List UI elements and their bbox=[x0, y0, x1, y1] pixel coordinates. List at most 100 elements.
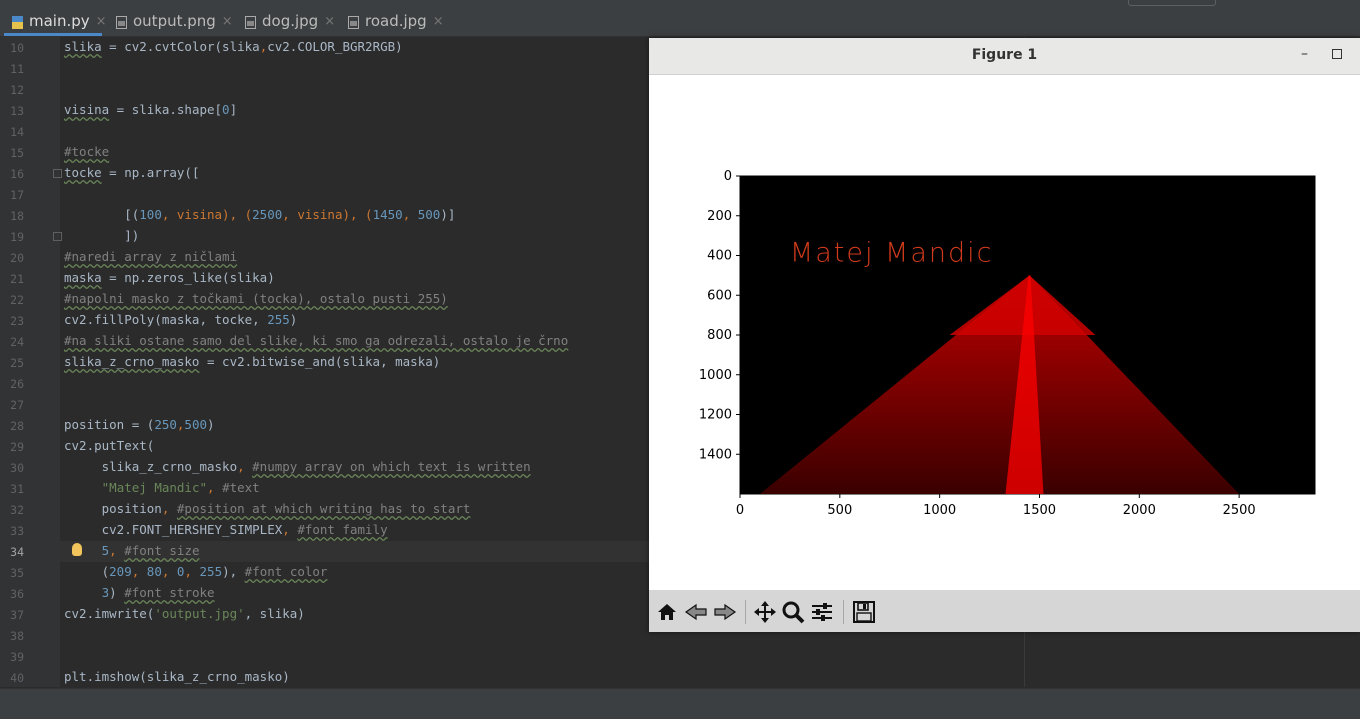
image-text-label: Matej Mandic bbox=[790, 237, 994, 268]
line-number: 21 bbox=[10, 272, 24, 286]
code-line-37: cv2.imwrite('output.jpg', slika) bbox=[64, 606, 305, 621]
zoom-icon[interactable] bbox=[779, 598, 807, 626]
line-number: 36 bbox=[10, 587, 24, 601]
save-icon[interactable] bbox=[850, 598, 878, 626]
y-tick-label: 1000 bbox=[699, 368, 732, 383]
line-number: 40 bbox=[10, 671, 24, 685]
tab-main-py[interactable]: main.py × bbox=[12, 8, 107, 34]
line-number: 27 bbox=[10, 398, 24, 412]
line-number: 35 bbox=[10, 566, 24, 580]
line-number: 10 bbox=[10, 41, 24, 55]
x-tick-label: 2500 bbox=[1223, 503, 1256, 518]
close-tab-icon[interactable]: × bbox=[433, 14, 444, 29]
figure-title-bar[interactable]: Figure 1 – bbox=[649, 38, 1360, 75]
x-tick-label: 500 bbox=[827, 503, 852, 518]
editor-tab-bar: main.py × output.png × dog.jpg × road.jp… bbox=[0, 0, 1360, 37]
line-number: 11 bbox=[10, 62, 24, 76]
code-line-19: ]) bbox=[64, 228, 140, 243]
code-line-16: tocke = np.array([ bbox=[64, 165, 200, 180]
tab-dog-jpg[interactable]: dog.jpg × bbox=[245, 8, 335, 34]
line-number: 13 bbox=[10, 104, 24, 118]
tab-label: output.png bbox=[133, 12, 216, 30]
code-line-33: cv2.FONT_HERSHEY_SIMPLEX, #font family bbox=[64, 522, 388, 537]
tab-label: road.jpg bbox=[365, 12, 427, 30]
line-number: 14 bbox=[10, 125, 24, 139]
code-line-28: position = (250,500) bbox=[64, 417, 215, 432]
image-file-icon bbox=[116, 15, 127, 29]
code-line-23: cv2.fillPoly(maska, tocke, 255) bbox=[64, 312, 298, 327]
pan-icon[interactable] bbox=[751, 598, 779, 626]
line-number: 31 bbox=[10, 482, 24, 496]
maximize-button[interactable] bbox=[1332, 49, 1342, 59]
x-tick-label: 1000 bbox=[923, 503, 956, 518]
run-config-selector[interactable] bbox=[1128, 0, 1216, 6]
tab-label: dog.jpg bbox=[262, 12, 319, 30]
toolbar-separator bbox=[745, 600, 746, 624]
fold-marker-icon[interactable] bbox=[53, 232, 62, 241]
tab-label: main.py bbox=[29, 12, 90, 30]
code-line-18: [(100, visina), (2500, visina), (1450, 5… bbox=[64, 207, 456, 222]
image-plot: Matej Mandic 0 500 1000 1500 2000 2500 0 200 400… bbox=[699, 169, 1316, 518]
line-number: 32 bbox=[10, 503, 24, 517]
x-tick-label: 1500 bbox=[1023, 503, 1056, 518]
line-number: 30 bbox=[10, 461, 24, 475]
toolbar-separator bbox=[843, 600, 844, 624]
code-line-35: (209, 80, 0, 255), #font color bbox=[64, 564, 328, 579]
line-number: 38 bbox=[10, 629, 24, 643]
code-line-24: #na sliki ostane samo del slike, ki smo … bbox=[64, 333, 569, 348]
code-line-21: maska = np.zeros_like(slika) bbox=[64, 270, 275, 285]
code-line-15: #tocke bbox=[64, 144, 110, 159]
line-number: 25 bbox=[10, 356, 24, 370]
figure-title: Figure 1 bbox=[971, 47, 1038, 63]
code-line-20: #naredi array z ničlami bbox=[64, 249, 238, 264]
line-number: 12 bbox=[10, 83, 24, 97]
python-file-icon bbox=[12, 15, 23, 29]
code-line-30: slika_z_crno_masko, #numpy array on whic… bbox=[64, 459, 531, 474]
back-icon[interactable] bbox=[682, 598, 710, 626]
line-number: 22 bbox=[10, 293, 24, 307]
code-line-36: 3) #font stroke bbox=[101, 585, 215, 600]
close-tab-icon[interactable]: × bbox=[96, 14, 107, 29]
line-number: 26 bbox=[10, 377, 24, 391]
y-tick-label: 200 bbox=[707, 209, 732, 224]
code-line-40: plt.imshow(slika_z_crno_masko) bbox=[64, 669, 290, 684]
line-number: 28 bbox=[10, 419, 24, 433]
figure-canvas[interactable]: Matej Mandic 0 500 1000 1500 2000 2500 0 200 400… bbox=[649, 74, 1360, 590]
y-tick-label: 0 bbox=[724, 169, 732, 184]
code-line-25: slika_z_crno_masko = cv2.bitwise_and(sli… bbox=[64, 354, 441, 369]
code-line-34: 5, #font size bbox=[101, 543, 200, 558]
matplotlib-figure-window[interactable]: Figure 1 – Matej Mandic 0 500 1000 1500 2000… bbox=[649, 38, 1360, 632]
y-tick-label: 600 bbox=[707, 288, 732, 303]
code-line-13: visina = slika.shape[0] bbox=[64, 102, 238, 117]
tab-road-jpg[interactable]: road.jpg × bbox=[348, 8, 444, 34]
close-tab-icon[interactable]: × bbox=[324, 14, 335, 29]
line-number: 39 bbox=[10, 650, 24, 664]
image-file-icon bbox=[348, 15, 359, 29]
image-file-icon bbox=[245, 15, 256, 29]
line-number: 23 bbox=[10, 314, 24, 328]
fold-marker-icon[interactable] bbox=[53, 169, 62, 178]
code-line-32: position, #position at which writing has… bbox=[64, 501, 471, 516]
code-line-31: "Matej Mandic", #text bbox=[101, 480, 260, 495]
forward-icon[interactable] bbox=[711, 598, 739, 626]
x-tick-label: 2000 bbox=[1123, 503, 1156, 518]
line-number: 37 bbox=[10, 608, 24, 622]
line-number-gutter: 10 11 12 13 14 15 16 17 18 19 20 21 22 23 24 25 26 27 28 29… bbox=[0, 37, 60, 687]
y-tick-label: 1200 bbox=[699, 408, 732, 423]
code-line-29: cv2.putText( bbox=[64, 438, 155, 453]
line-number: 18 bbox=[10, 209, 24, 223]
line-number: 19 bbox=[10, 230, 24, 244]
minimize-button[interactable]: – bbox=[1301, 46, 1308, 62]
y-tick-label: 800 bbox=[707, 328, 732, 343]
y-tick-label: 400 bbox=[707, 249, 732, 264]
line-number: 20 bbox=[10, 251, 24, 265]
home-icon[interactable] bbox=[653, 598, 681, 626]
line-number: 29 bbox=[10, 440, 24, 454]
tab-output-png[interactable]: output.png × bbox=[116, 8, 233, 34]
line-number: 33 bbox=[10, 524, 24, 538]
x-tick-label: 0 bbox=[736, 503, 744, 518]
close-tab-icon[interactable]: × bbox=[222, 14, 233, 29]
navigation-toolbar bbox=[649, 590, 1360, 632]
configure-subplots-icon[interactable] bbox=[808, 598, 836, 626]
code-line-22: #napolni masko z točkami (tocka), ostalo… bbox=[64, 291, 448, 306]
